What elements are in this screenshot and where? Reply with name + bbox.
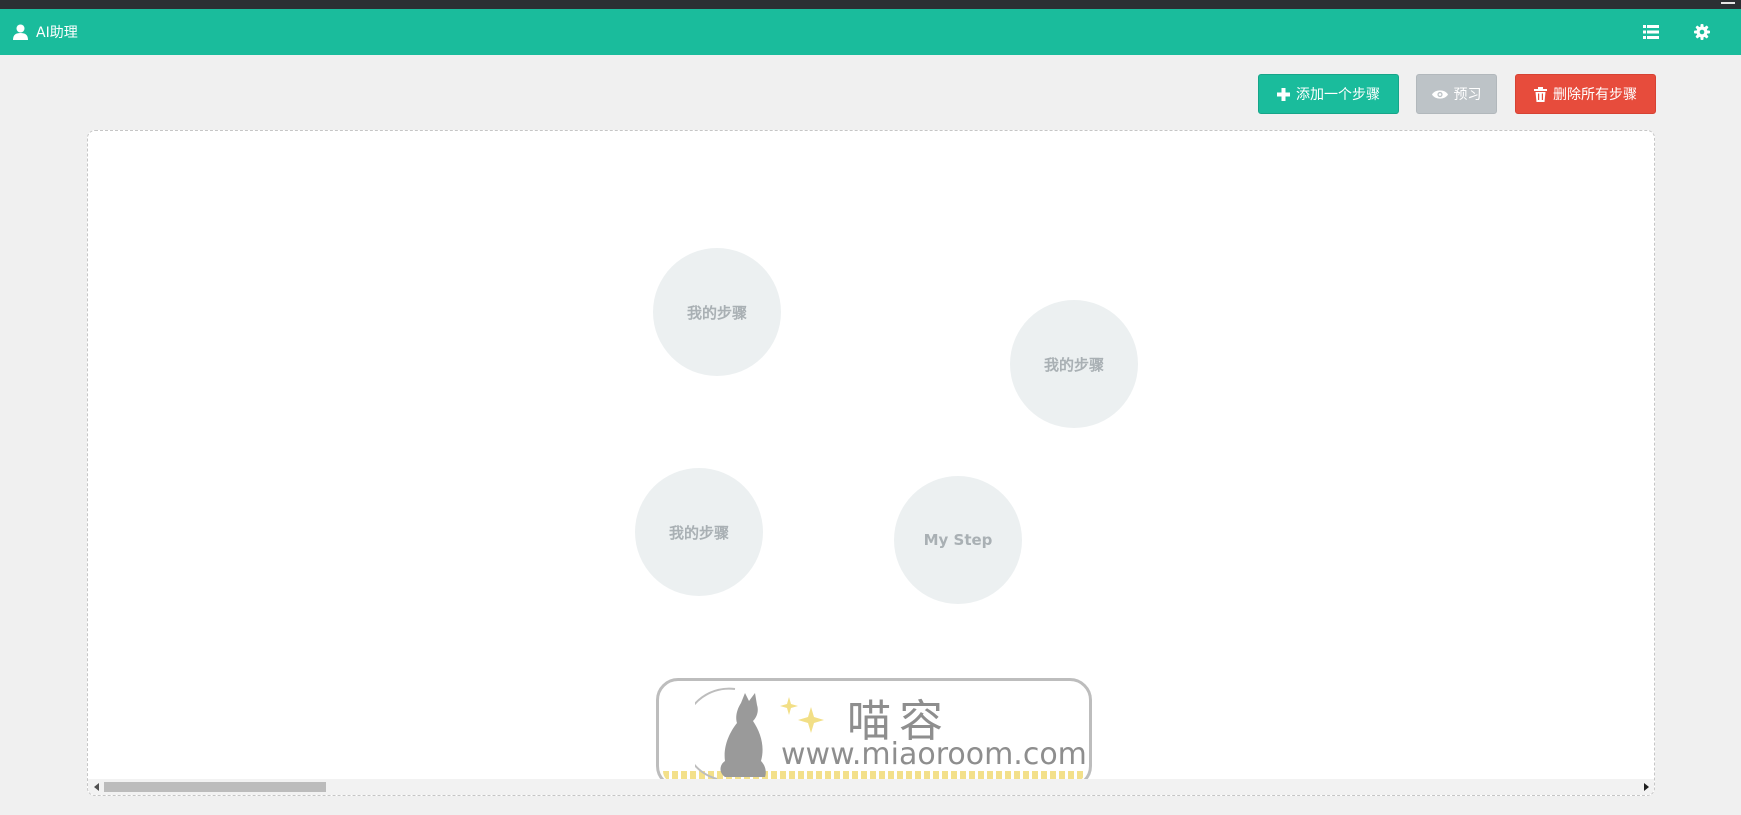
step-node[interactable]: 我的步骤 [635, 468, 763, 596]
scroll-left-button[interactable] [88, 779, 104, 795]
os-menu-icon [1721, 2, 1735, 4]
eye-icon [1431, 89, 1448, 99]
scroll-right-button[interactable] [1638, 779, 1654, 795]
plus-icon [1277, 87, 1290, 101]
scroll-thumb[interactable] [104, 782, 326, 792]
user-icon [13, 24, 28, 40]
horizontal-scrollbar[interactable] [88, 779, 1654, 795]
add-step-button[interactable]: 添加一个步骤 [1258, 74, 1399, 114]
step-label: 我的步骤 [686, 303, 747, 322]
step-label: 我的步骤 [668, 523, 729, 542]
step-label: My Step [923, 531, 993, 549]
settings-button[interactable] [1684, 9, 1720, 55]
brand-link[interactable]: AI助理 [13, 9, 78, 55]
list-view-button[interactable] [1633, 9, 1669, 55]
os-title-strip [0, 0, 1741, 9]
preview-button[interactable]: 预习 [1416, 74, 1497, 114]
step-canvas[interactable]: 我的步骤 我的步骤 我的步骤 My Step 喵容 www.miaoroom.c… [87, 130, 1655, 796]
gear-icon [1694, 24, 1710, 40]
step-label: 我的步骤 [1043, 355, 1104, 374]
watermark-badge: 喵容 www.miaoroom.com [656, 678, 1092, 788]
triangle-right-icon [1643, 783, 1649, 791]
sparkle-icon [780, 697, 824, 733]
delete-all-label: 删除所有步骤 [1553, 87, 1637, 103]
step-node[interactable]: 我的步骤 [653, 248, 781, 376]
list-icon [1643, 25, 1659, 39]
add-step-label: 添加一个步骤 [1296, 87, 1380, 103]
app-title: AI助理 [36, 25, 78, 41]
preview-label: 预习 [1453, 87, 1482, 103]
trash-icon [1534, 86, 1547, 102]
step-node[interactable]: 我的步骤 [1010, 300, 1138, 428]
app-header: AI助理 [0, 9, 1741, 55]
triangle-left-icon [93, 783, 99, 791]
watermark-url: www.miaoroom.com [781, 737, 1087, 772]
cat-logo-icon [695, 687, 766, 780]
delete-all-steps-button[interactable]: 删除所有步骤 [1515, 74, 1656, 114]
step-node[interactable]: My Step [894, 476, 1022, 604]
